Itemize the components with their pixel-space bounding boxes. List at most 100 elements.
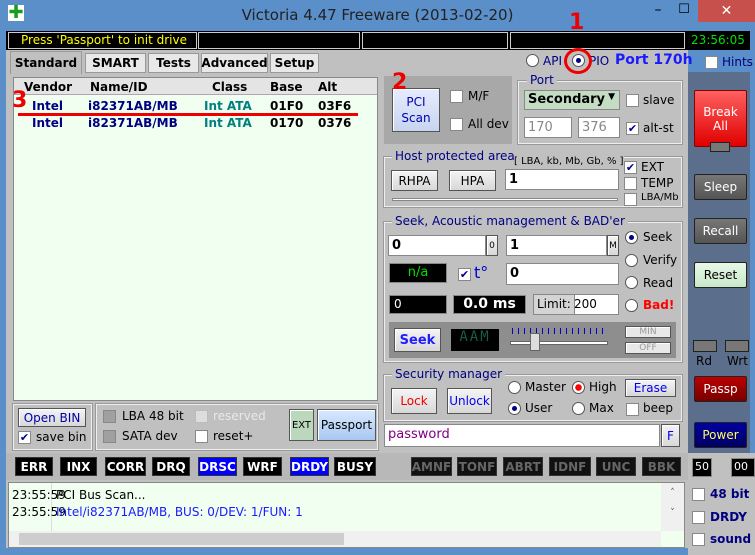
break-all-button[interactable]: Break All [694,90,747,147]
port-base-input[interactable]: 170 [524,117,572,138]
hpa-slider[interactable] [392,198,618,201]
aam-ticks [512,328,608,334]
temperature-display: n/a [389,263,447,283]
ext-checkbox[interactable]: ✔ [624,161,637,174]
cell-alt: 03F6 [318,99,352,113]
seek-to-input[interactable]: 1 [506,235,607,256]
maximize-button[interactable]: ☐ [671,2,697,17]
aam-display: AAM [451,329,499,351]
status-panel [362,32,508,49]
tab-advanced[interactable]: Advanced [201,53,268,73]
api-radio[interactable] [526,54,539,67]
temperature-checkbox[interactable]: ✔ [458,268,471,281]
port-alt-input[interactable]: 376 [578,117,620,138]
flag-drdy: DRDY [290,457,329,476]
drdy-checkbox[interactable] [692,511,705,524]
aam-slider[interactable] [510,341,608,345]
mf-checkbox[interactable] [450,90,463,103]
beep-checkbox[interactable] [626,403,639,416]
bad-radio[interactable] [625,299,638,312]
sata-dev-checkbox[interactable] [103,430,116,443]
all-dev-label: All dev [468,117,509,131]
all-dev-checkbox[interactable] [450,118,463,131]
cell-base: 0170 [270,116,304,130]
seek-button[interactable]: Seek [394,328,441,352]
password-input[interactable]: password [384,424,660,447]
sound-checkbox[interactable] [692,533,705,546]
chevron-down-icon: ▼ [608,92,615,102]
lba-mb-checkbox[interactable] [624,193,637,206]
close-button[interactable]: ✕ [698,0,755,22]
erase-button[interactable]: Erase [625,379,676,397]
seek-from-input[interactable]: 0 [388,235,486,256]
lba48-label: LBA 48 bit [122,409,184,423]
col-base[interactable]: Base [270,80,303,94]
read-label: Read [643,276,674,290]
beep-label: beep [643,401,673,415]
temp-label: TEMP [641,176,674,190]
high-radio[interactable] [572,381,585,394]
activity-indicator [710,142,730,152]
open-bin-button[interactable]: Open BIN [18,408,86,427]
save-bin-checkbox[interactable]: ✔ [18,431,31,444]
unlock-button[interactable]: Unlock [447,388,492,414]
ext-button[interactable]: EXT [289,409,314,441]
limit-input[interactable]: 200 [574,297,597,311]
hints-label: Hints [722,55,753,69]
seek-from-zero-button[interactable]: 0 [486,235,498,256]
max-radio[interactable] [572,402,585,415]
aam-slider-thumb[interactable] [530,333,540,351]
sleep-button[interactable]: Sleep [694,174,747,200]
48bit-checkbox[interactable] [692,488,705,501]
alt-st-checkbox[interactable]: ✔ [626,122,639,135]
power-button[interactable]: Power [694,422,747,448]
hints-checkbox[interactable] [705,56,718,69]
verify-radio[interactable] [625,254,638,267]
col-vendor[interactable]: Vendor [24,80,72,94]
write-indicator [725,340,749,352]
off-button[interactable]: OFF [625,342,671,354]
hpa-units: [ LBA, kb, Mb, Gb, % ] [514,156,624,167]
hpa-button[interactable]: HPA [449,170,496,191]
minimize-button[interactable]: – [645,2,671,18]
col-class[interactable]: Class [212,80,247,94]
col-alt[interactable]: Alt [318,80,337,94]
log-vertical-scrollbar[interactable]: ˄ ˅ [661,483,684,531]
reserved-checkbox [195,410,208,423]
port-select[interactable]: Secondary ▼ [524,90,620,110]
temp-checkbox[interactable] [624,177,637,190]
lba48-checkbox[interactable] [103,410,116,423]
status-panel [198,32,360,49]
password-file-button[interactable]: F [661,424,680,447]
read-radio[interactable] [625,276,638,289]
user-radio[interactable] [508,402,521,415]
master-radio[interactable] [508,381,521,394]
flag-amnf: AMNF [411,457,452,476]
window-title: Victoria 4.47 Freeware (2013-02-20) [241,6,514,24]
flag-drq: DRQ [152,457,190,476]
tab-standard[interactable]: Standard [10,51,82,74]
tab-setup[interactable]: Setup [270,53,319,73]
lock-button[interactable]: Lock [391,388,437,414]
reset-plus-checkbox[interactable] [195,430,208,443]
flag-tonf: TONF [457,457,497,476]
annotation-2: 2 [392,70,408,95]
status-message: Press 'Passport' to init drive [8,32,197,49]
min-button[interactable]: MIN [625,326,671,338]
log-horizontal-scrollbar[interactable] [9,531,661,547]
col-name[interactable]: Name/ID [90,80,148,94]
seek-value-input[interactable]: 0 [506,263,619,285]
seek-to-max-button[interactable]: M [607,235,619,256]
passport-button[interactable]: Passport [317,409,376,441]
seek-radio[interactable] [625,231,638,244]
recall-button[interactable]: Recall [694,218,747,244]
temperature-label: t° [474,263,489,282]
slave-checkbox[interactable] [626,94,639,107]
reset-button[interactable]: Reset [694,262,747,288]
hpa-input[interactable]: 1 [505,169,619,190]
tab-tests[interactable]: Tests [148,53,199,73]
tab-smart[interactable]: SMART [85,53,146,73]
rhpa-button[interactable]: RHPA [391,170,438,191]
max-label: Max [589,401,614,415]
passp-button[interactable]: Passp [694,376,747,402]
